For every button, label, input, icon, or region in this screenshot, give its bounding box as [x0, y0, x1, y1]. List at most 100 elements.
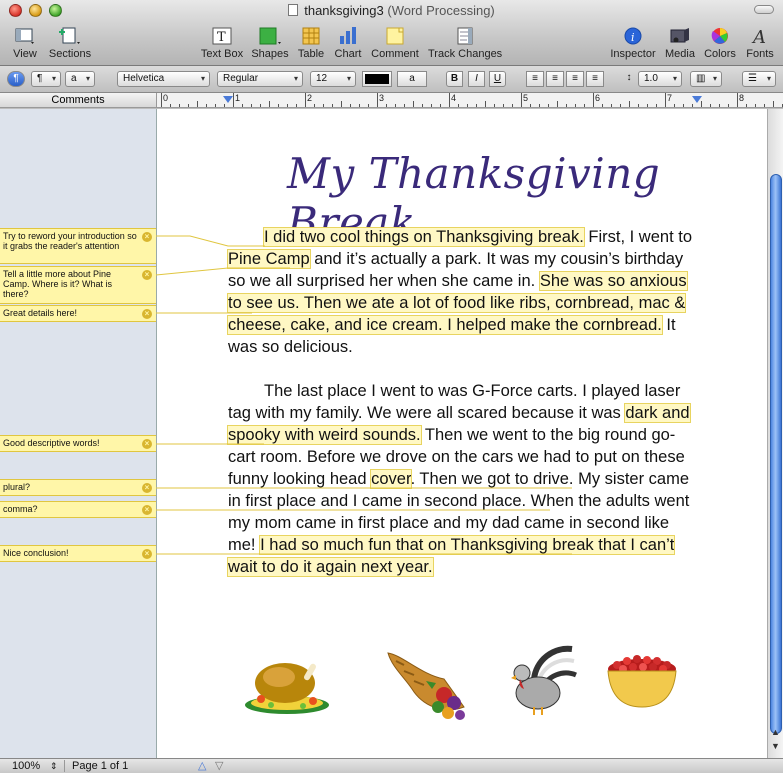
text-color-well[interactable]	[362, 71, 392, 87]
comment-2[interactable]: Tell a little more about Pine Camp. Wher…	[0, 266, 156, 304]
ruler-number: 7	[667, 93, 673, 103]
ruler-tick	[413, 101, 414, 107]
cranberry-bowl-image[interactable]	[603, 649, 681, 711]
delete-comment-icon[interactable]: ×	[142, 505, 152, 515]
ruler-tick	[206, 104, 207, 107]
font-family-popup[interactable]: Helvetica ▾	[117, 71, 210, 87]
paragraph-2[interactable]: The last place I went to was G-Force car…	[226, 380, 698, 578]
svg-text:A: A	[751, 27, 766, 46]
window-title: thanksgiving3 (Word Processing)	[0, 3, 783, 18]
ruler-tick	[494, 104, 495, 107]
comment-button[interactable]: Comment	[369, 26, 421, 60]
colors-button[interactable]: Colors	[702, 26, 738, 60]
ruler-tick	[683, 104, 684, 107]
scrollbar-thumb[interactable]	[770, 174, 782, 734]
right-indent-marker[interactable]	[692, 96, 702, 103]
sections-button[interactable]: Sections	[48, 26, 92, 60]
turkey-dinner-image[interactable]	[241, 649, 333, 719]
comment-text: Tell a little more about Pine Camp. Wher…	[3, 269, 113, 299]
view-button[interactable]: View	[8, 26, 42, 60]
comments-header: Comments	[0, 93, 157, 108]
fonts-button[interactable]: A Fonts	[742, 26, 778, 60]
ruler-tick	[323, 104, 324, 107]
format-bar: ¶ ¶ ▾ a ▾ Helvetica ▾ Regular ▾ 12 ▾ a B I U …	[0, 66, 783, 93]
comment-3[interactable]: Great details here! ×	[0, 305, 156, 322]
track-changes-icon	[457, 27, 473, 45]
comment-1[interactable]: Try to reword your introduction so it gr…	[0, 228, 156, 264]
text-box-button[interactable]: T Text Box	[198, 26, 246, 60]
highlighted-text-conclusion[interactable]: I had so much fun that on Thanksgiving b…	[226, 535, 676, 577]
text-box-icon: T	[212, 27, 232, 45]
styles-drawer-button[interactable]: ¶	[7, 71, 25, 87]
ruler-number: 3	[379, 93, 385, 103]
comment-text: Nice conclusion!	[3, 548, 69, 558]
highlighted-text-intro[interactable]: I did two cool things on Thanksgiving br…	[263, 227, 585, 247]
toolbar-toggle-button[interactable]	[754, 5, 774, 14]
highlighted-text-cover[interactable]: cover	[370, 469, 412, 489]
ruler[interactable]: 0 1 2 3 4 5 6 7 8	[157, 93, 783, 108]
bold-button[interactable]: B	[446, 71, 463, 87]
delete-comment-icon[interactable]: ×	[142, 439, 152, 449]
scroll-down-arrow[interactable]: ▼	[771, 741, 780, 751]
comment-5[interactable]: plural? ×	[0, 479, 156, 496]
list-style-popup[interactable]: ☰ ▾	[742, 71, 776, 87]
chart-icon	[340, 27, 356, 44]
ruler-tick	[440, 104, 441, 107]
font-style-popup[interactable]: Regular ▾	[217, 71, 303, 87]
delete-comment-icon[interactable]: ×	[142, 309, 152, 319]
chart-button[interactable]: Chart	[332, 26, 364, 60]
left-indent-marker[interactable]	[223, 96, 233, 103]
ruler-tick	[269, 101, 270, 107]
ruler-tick	[737, 93, 738, 107]
comment-6[interactable]: comma? ×	[0, 501, 156, 518]
document-icon	[288, 4, 299, 16]
media-button[interactable]: Media	[662, 26, 698, 60]
cornucopia-image[interactable]	[382, 645, 474, 727]
inspector-button[interactable]: i Inspector	[608, 26, 658, 60]
paragraph-1[interactable]: I did two cool things on Thanksgiving br…	[227, 226, 698, 358]
italic-button[interactable]: I	[468, 71, 485, 87]
line-spacing-popup[interactable]: 1.0 ▾	[638, 71, 682, 87]
next-page-icon[interactable]: ▽	[215, 759, 223, 773]
paragraph-style-popup[interactable]: ¶ ▾	[31, 71, 61, 87]
color-wheel-icon	[711, 28, 728, 44]
scroll-up-arrow[interactable]: ▲	[771, 727, 780, 737]
vertical-scrollbar[interactable]: ▲ ▼	[767, 109, 783, 758]
document-page[interactable]: My Thanksgiving Break I did two cool thi…	[157, 109, 767, 758]
track-changes-button[interactable]: Track Changes	[428, 26, 502, 60]
ruler-tick	[476, 104, 477, 107]
delete-comment-icon[interactable]: ×	[142, 483, 152, 493]
zoom-stepper[interactable]: ⇕	[50, 759, 58, 773]
align-center-button[interactable]: ≡	[546, 71, 564, 87]
ruler-tick	[242, 104, 243, 107]
font-size-popup[interactable]: 12 ▾	[310, 71, 356, 87]
ruler-tick	[170, 104, 171, 107]
comment-7[interactable]: Nice conclusion! ×	[0, 545, 156, 562]
shapes-button[interactable]: Shapes	[250, 26, 290, 60]
comment-text: Good descriptive words!	[3, 438, 100, 448]
ruler-number: 2	[307, 93, 313, 103]
delete-comment-icon[interactable]: ×	[142, 232, 152, 242]
align-right-button[interactable]: ≡	[566, 71, 584, 87]
turkey-image[interactable]	[504, 639, 578, 719]
justify-button[interactable]: ≡	[586, 71, 604, 87]
comment-4[interactable]: Good descriptive words! ×	[0, 435, 156, 452]
underline-button[interactable]: U	[489, 71, 506, 87]
columns-popup[interactable]: ▥ ▾	[690, 71, 722, 87]
ruler-tick	[278, 104, 279, 107]
zoom-level[interactable]: 100%	[12, 759, 40, 773]
ruler-tick	[764, 104, 765, 107]
ruler-tick	[368, 104, 369, 107]
ruler-tick	[332, 104, 333, 107]
ruler-tick	[224, 104, 225, 107]
ruler-tick	[611, 104, 612, 107]
ruler-tick	[395, 104, 396, 107]
highlight-color-well[interactable]: a	[397, 71, 427, 87]
previous-page-icon[interactable]: △	[198, 759, 206, 773]
highlighted-text-pine-camp[interactable]: Pine Camp	[227, 249, 311, 269]
align-left-button[interactable]: ≡	[526, 71, 544, 87]
table-button[interactable]: Table	[295, 26, 327, 60]
character-style-popup[interactable]: a ▾	[65, 71, 95, 87]
delete-comment-icon[interactable]: ×	[142, 549, 152, 559]
delete-comment-icon[interactable]: ×	[142, 270, 152, 280]
